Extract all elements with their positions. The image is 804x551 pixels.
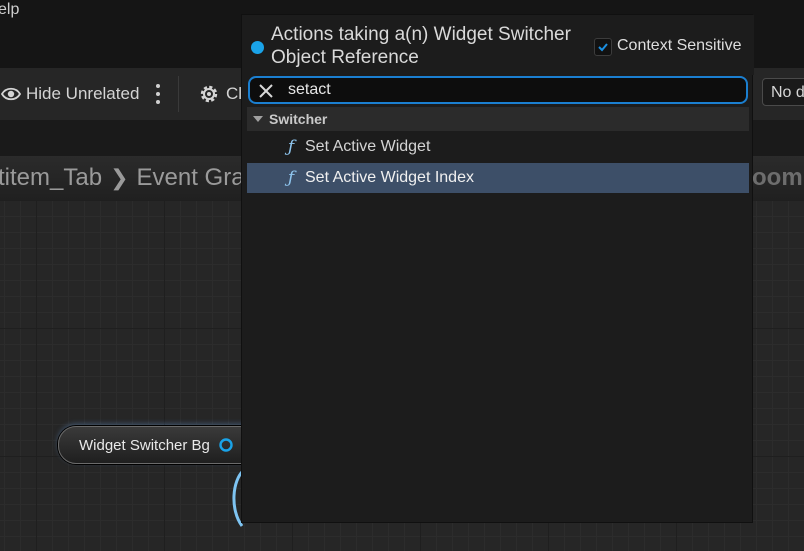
function-icon: ƒ	[287, 168, 295, 188]
class-settings-button[interactable]: Cl	[196, 68, 242, 120]
zoom-label: oom	[752, 164, 803, 191]
breadcrumb-item-event-graph[interactable]: Event Grap	[137, 164, 258, 192]
action-search-box[interactable]	[248, 76, 748, 104]
action-list: Switcher ƒ Set Active Widget ƒ Set Activ…	[247, 107, 749, 519]
action-search-input[interactable]	[288, 79, 708, 101]
hide-unrelated-button[interactable]: Hide Unrelated	[0, 68, 139, 120]
action-label: Set Active Widget	[305, 138, 431, 155]
context-sensitive-checkbox[interactable]	[594, 38, 612, 56]
breadcrumb-item-blueprint[interactable]: titem_Tab	[0, 164, 102, 192]
node-title: Widget Switcher Bg	[79, 436, 210, 454]
chevron-down-icon	[253, 116, 263, 122]
action-label: Set Active Widget Index	[305, 169, 474, 186]
toolbar-divider	[178, 76, 179, 112]
category-switcher[interactable]: Switcher	[247, 107, 749, 131]
class-settings-label: Cl	[226, 84, 243, 103]
action-set-active-widget-index[interactable]: ƒ Set Active Widget Index	[247, 163, 749, 193]
action-menu-title: Actions taking a(n) Widget Switcher Obje…	[271, 24, 571, 68]
close-icon[interactable]	[258, 83, 274, 99]
widget-switcher-node[interactable]: Widget Switcher Bg	[58, 426, 268, 464]
chevron-right-icon: ❯	[110, 165, 129, 190]
action-menu: Actions taking a(n) Widget Switcher Obje…	[241, 14, 754, 523]
function-icon: ƒ	[287, 137, 295, 157]
more-options-icon[interactable]	[152, 80, 164, 108]
action-set-active-widget[interactable]: ƒ Set Active Widget	[247, 132, 749, 162]
action-menu-header: Actions taking a(n) Widget Switcher Obje…	[242, 15, 754, 75]
object-type-icon	[251, 41, 264, 54]
gear-icon	[200, 85, 218, 103]
context-sensitive-label[interactable]: Context Sensitive	[617, 37, 742, 55]
debug-filter-dropdown[interactable]: No d	[762, 78, 804, 106]
menu-item-help[interactable]: elp	[0, 1, 19, 19]
editor-window: elp Hide Unrelated Cl No d titem_Tab ❯ E…	[0, 0, 804, 551]
checkmark-icon	[598, 43, 608, 52]
hide-unrelated-label: Hide Unrelated	[26, 84, 140, 103]
category-label: Switcher	[269, 111, 328, 127]
breadcrumb: titem_Tab ❯ Event Grap	[0, 160, 258, 196]
object-pin-icon[interactable]	[218, 437, 234, 453]
eye-icon	[0, 87, 22, 101]
